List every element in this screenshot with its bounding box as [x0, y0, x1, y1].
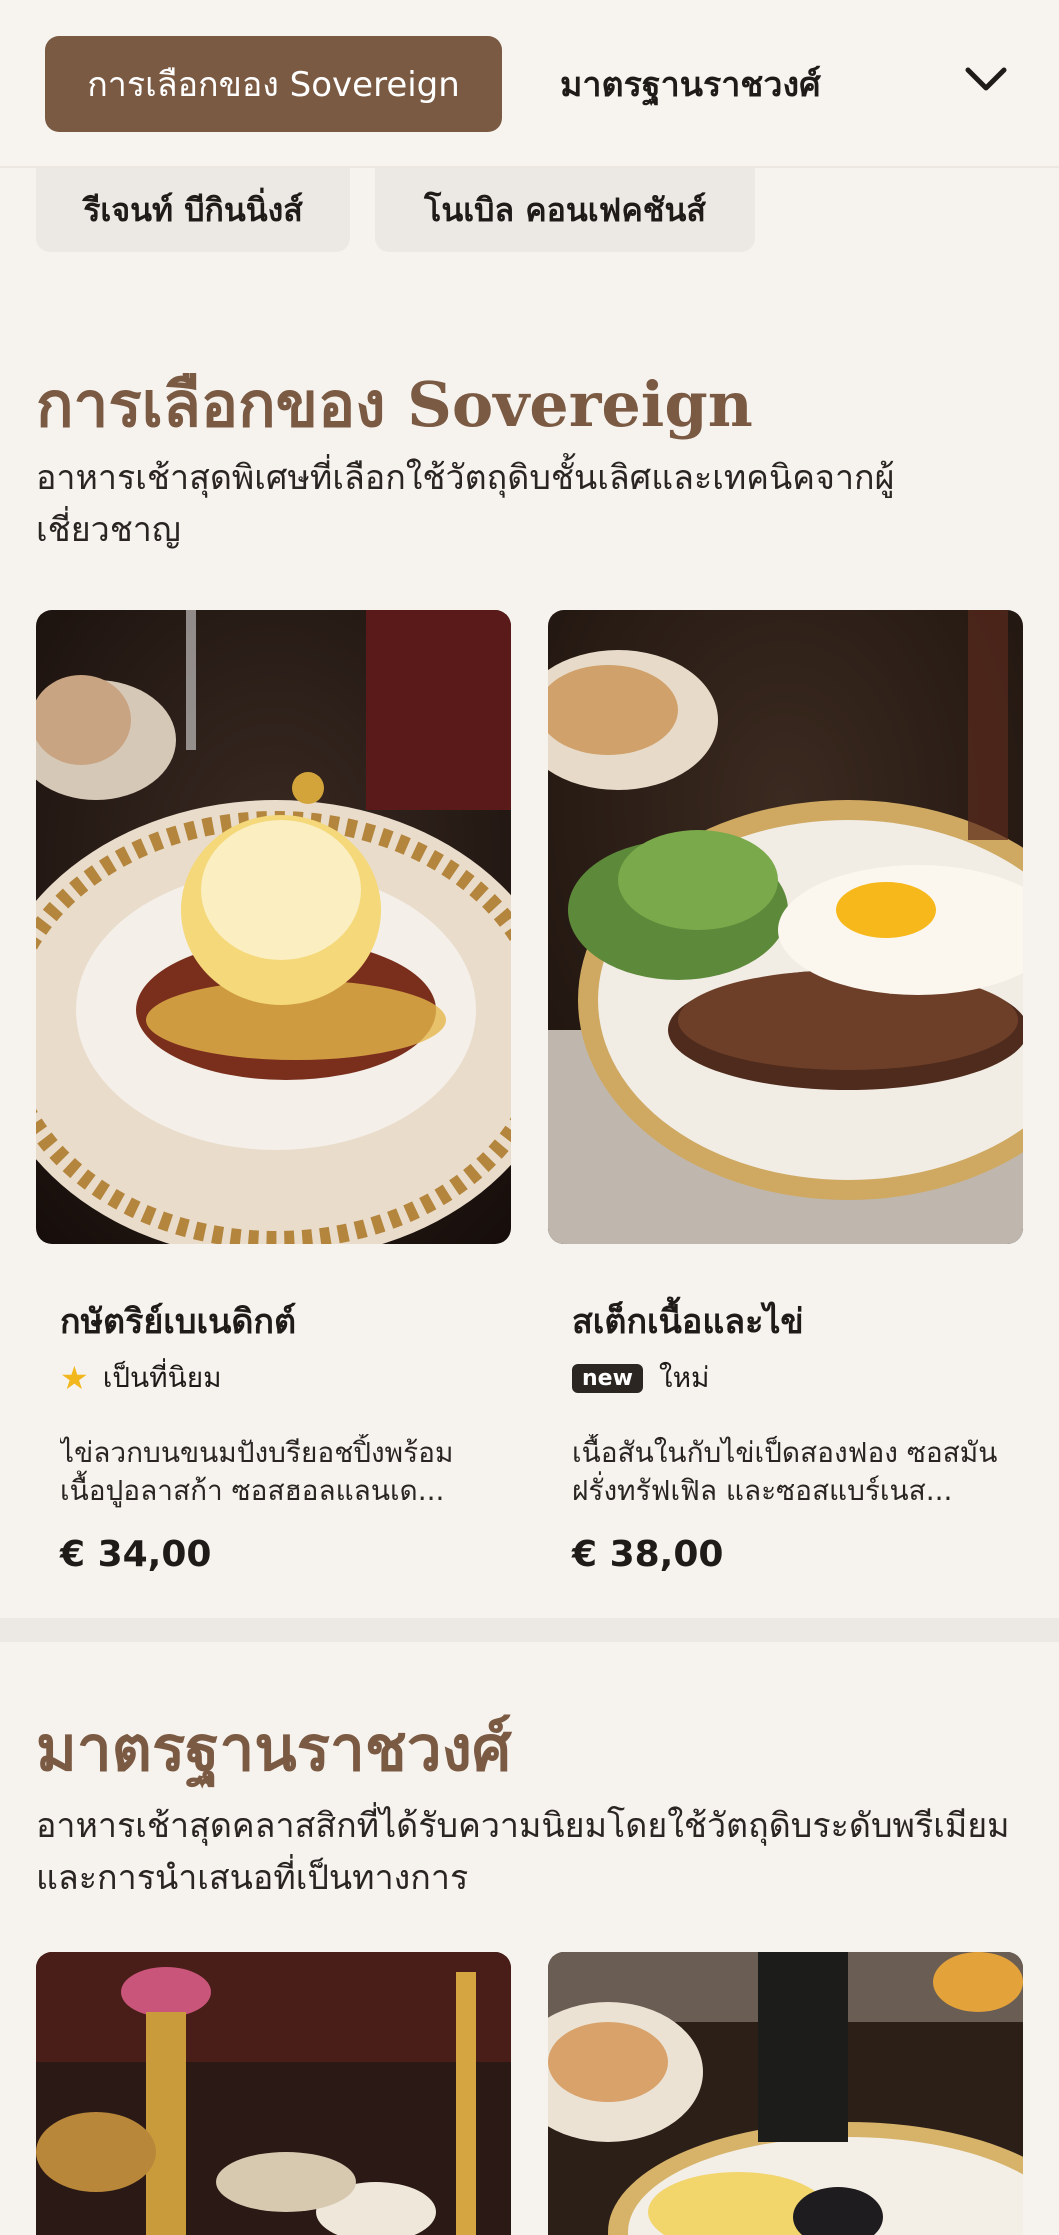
section-divider: [0, 1618, 1059, 1642]
dish-name: สเต็กเนื้อและไข่: [572, 1302, 804, 1342]
star-icon: ★: [60, 1359, 89, 1397]
dish-description: ไข่ลวกบนขนมปังบรียอชปิ้งพร้อมเนื้อปูอลาส…: [60, 1436, 454, 1507]
dish-image: [548, 1952, 1023, 2235]
popular-tag: ★ เป็นที่นิยม: [60, 1358, 487, 1398]
dish-name: กษัตริย์เบเนดิกต์: [60, 1302, 297, 1342]
dish-image: [548, 610, 1023, 1244]
tab-noble-confections[interactable]: โนเบิล คอนเฟคชันส์: [375, 168, 755, 252]
menu-card[interactable]: กษัตริย์เบเนดิกต์ ★ เป็นที่นิยม ไข่ลวกบน…: [36, 610, 511, 1575]
dish-price: € 38,00: [572, 1534, 724, 1575]
sub-category-nav: รีเจนท์ บีกินนิ่งส์ โนเบิล คอนเฟคชันส์: [0, 168, 1059, 252]
menu-card[interactable]: สเต็กเนื้อและไข่ new ใหม่ เนื้อสันในกับไ…: [548, 610, 1023, 1575]
tab-regent-beginnings[interactable]: รีเจนท์ บีกินนิ่งส์: [36, 168, 350, 252]
section-title-sovereign: การเลือกของ Sovereign: [36, 368, 753, 441]
dish-image: [36, 1952, 511, 2235]
tag-label: เป็นที่นิยม: [102, 1361, 222, 1394]
section-title-royal-standard: มาตรฐานราชวงศ์: [36, 1712, 512, 1785]
menu-card[interactable]: [36, 1952, 511, 2235]
tab-royal-standard[interactable]: มาตรฐานราชวงศ์: [560, 36, 821, 132]
dish-price: € 34,00: [60, 1534, 212, 1575]
new-tag: new ใหม่: [572, 1358, 999, 1398]
category-nav: การเลือกของ Sovereign มาตรฐานราชวงศ์: [0, 0, 1059, 168]
section-description-royal-standard: อาหารเช้าสุดคลาสสิกที่ได้รับความนิยมโดยใ…: [36, 1806, 1010, 1898]
chevron-down-icon[interactable]: [958, 52, 1014, 108]
new-badge: new: [572, 1363, 643, 1393]
dish-image: [36, 610, 511, 1244]
section-description-sovereign: อาหารเช้าสุดพิเศษที่เลือกใช้วัตถุดิบชั้น…: [36, 458, 895, 550]
dish-description: เนื้อสันในกับไข่เป็ดสองฟอง ซอสมันฝรั่งทร…: [572, 1436, 998, 1507]
tag-label: ใหม่: [658, 1361, 710, 1394]
menu-card[interactable]: [548, 1952, 1023, 2235]
tab-sovereign-selection[interactable]: การเลือกของ Sovereign: [45, 36, 502, 132]
